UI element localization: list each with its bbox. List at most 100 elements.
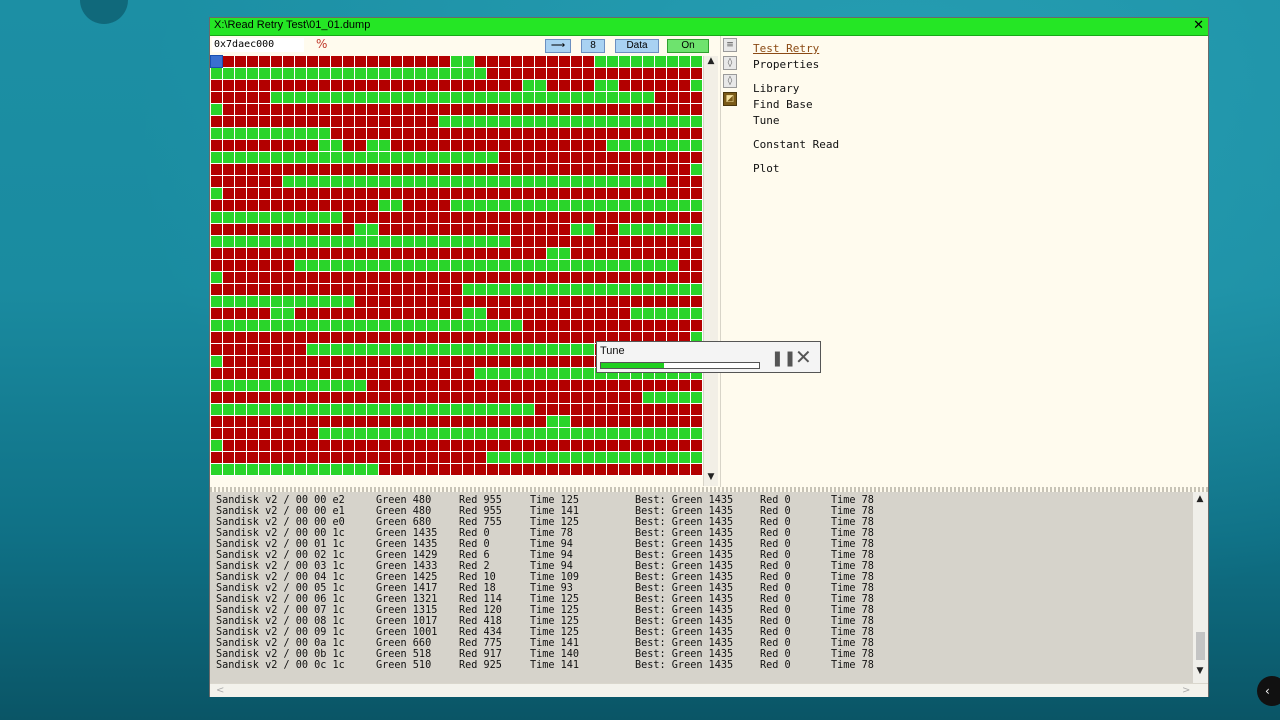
grid-cell[interactable] bbox=[511, 164, 522, 175]
grid-cell[interactable] bbox=[679, 392, 690, 403]
grid-cell[interactable] bbox=[679, 416, 690, 427]
grid-cell[interactable] bbox=[547, 212, 558, 223]
size-button[interactable]: 8 bbox=[581, 39, 605, 53]
grid-cell[interactable] bbox=[343, 152, 354, 163]
grid-cell[interactable] bbox=[295, 128, 306, 139]
grid-cell[interactable] bbox=[355, 356, 366, 367]
grid-cell[interactable] bbox=[211, 152, 222, 163]
grid-cell[interactable] bbox=[295, 452, 306, 463]
grid-cell[interactable] bbox=[583, 464, 594, 475]
grid-cell[interactable] bbox=[271, 80, 282, 91]
grid-cell[interactable] bbox=[223, 308, 234, 319]
grid-cell[interactable] bbox=[499, 392, 510, 403]
grid-cell[interactable] bbox=[271, 260, 282, 271]
grid-cell[interactable] bbox=[211, 236, 222, 247]
grid-cell[interactable] bbox=[559, 308, 570, 319]
grid-cell[interactable] bbox=[643, 176, 654, 187]
grid-cell[interactable] bbox=[691, 56, 702, 67]
grid-cell[interactable] bbox=[547, 392, 558, 403]
grid-cell[interactable] bbox=[391, 176, 402, 187]
grid-cell[interactable] bbox=[559, 80, 570, 91]
grid-cell[interactable] bbox=[403, 260, 414, 271]
grid-cell[interactable] bbox=[547, 152, 558, 163]
grid-cell[interactable] bbox=[211, 308, 222, 319]
grid-cell[interactable] bbox=[211, 296, 222, 307]
grid-cell[interactable] bbox=[415, 128, 426, 139]
grid-cell[interactable] bbox=[571, 80, 582, 91]
grid-cell[interactable] bbox=[655, 56, 666, 67]
grid-cell[interactable] bbox=[271, 224, 282, 235]
grid-cell[interactable] bbox=[247, 440, 258, 451]
grid-cell[interactable] bbox=[439, 128, 450, 139]
grid-cell[interactable] bbox=[283, 92, 294, 103]
grid-cell[interactable] bbox=[463, 200, 474, 211]
grid-cell[interactable] bbox=[223, 464, 234, 475]
grid-cell[interactable] bbox=[607, 260, 618, 271]
grid-cell[interactable] bbox=[223, 344, 234, 355]
address-field[interactable]: 0x7daec000 bbox=[212, 38, 304, 52]
grid-cell[interactable] bbox=[271, 368, 282, 379]
grid-cell[interactable] bbox=[343, 320, 354, 331]
grid-cell[interactable] bbox=[427, 392, 438, 403]
grid-cell[interactable] bbox=[295, 248, 306, 259]
grid-cell[interactable] bbox=[475, 248, 486, 259]
grid-cell[interactable] bbox=[271, 416, 282, 427]
grid-cell[interactable] bbox=[607, 452, 618, 463]
grid-cell[interactable] bbox=[595, 308, 606, 319]
grid-cell[interactable] bbox=[283, 356, 294, 367]
grid-cell[interactable] bbox=[319, 104, 330, 115]
list-icon[interactable]: ≡ bbox=[723, 38, 737, 52]
grid-cell[interactable] bbox=[571, 440, 582, 451]
grid-cell[interactable] bbox=[307, 68, 318, 79]
grid-cell[interactable] bbox=[535, 128, 546, 139]
grid-cell[interactable] bbox=[643, 308, 654, 319]
grid-cell[interactable] bbox=[631, 200, 642, 211]
grid-cell[interactable] bbox=[667, 428, 678, 439]
grid-cell[interactable] bbox=[427, 320, 438, 331]
grid-cell[interactable] bbox=[403, 380, 414, 391]
grid-cell[interactable] bbox=[271, 152, 282, 163]
grid-cell[interactable] bbox=[475, 104, 486, 115]
grid-cell[interactable] bbox=[343, 368, 354, 379]
grid-cell[interactable] bbox=[427, 440, 438, 451]
grid-cell[interactable] bbox=[271, 320, 282, 331]
grid-cell[interactable] bbox=[391, 92, 402, 103]
grid-cell[interactable] bbox=[307, 416, 318, 427]
grid-cell[interactable] bbox=[427, 224, 438, 235]
grid-cell[interactable] bbox=[559, 464, 570, 475]
grid-cell[interactable] bbox=[619, 440, 630, 451]
grid-cell[interactable] bbox=[307, 80, 318, 91]
grid-cell[interactable] bbox=[691, 128, 702, 139]
grid-cell[interactable] bbox=[343, 272, 354, 283]
grid-cell[interactable] bbox=[439, 368, 450, 379]
grid-cell[interactable] bbox=[427, 56, 438, 67]
grid-cell[interactable] bbox=[211, 332, 222, 343]
grid-cell[interactable] bbox=[667, 68, 678, 79]
grid-cell[interactable] bbox=[619, 428, 630, 439]
grid-cell[interactable] bbox=[427, 200, 438, 211]
grid-cell[interactable] bbox=[595, 236, 606, 247]
grid-cell[interactable] bbox=[499, 332, 510, 343]
grid-cell[interactable] bbox=[559, 236, 570, 247]
grid-cell[interactable] bbox=[523, 152, 534, 163]
grid-cell[interactable] bbox=[355, 428, 366, 439]
grid-cell[interactable] bbox=[319, 356, 330, 367]
grid-cell[interactable] bbox=[619, 392, 630, 403]
grid-cell[interactable] bbox=[247, 92, 258, 103]
grid-cell[interactable] bbox=[619, 224, 630, 235]
grid-cell[interactable] bbox=[331, 56, 342, 67]
grid-cell[interactable] bbox=[595, 188, 606, 199]
grid-cell[interactable] bbox=[211, 176, 222, 187]
grid-cell[interactable] bbox=[535, 284, 546, 295]
grid-cell[interactable] bbox=[331, 452, 342, 463]
grid-cell[interactable] bbox=[331, 128, 342, 139]
grid-cell[interactable] bbox=[451, 224, 462, 235]
grid-cell[interactable] bbox=[223, 128, 234, 139]
grid-cell[interactable] bbox=[427, 248, 438, 259]
grid-cell[interactable] bbox=[547, 320, 558, 331]
grid-cell[interactable] bbox=[607, 92, 618, 103]
grid-cell[interactable] bbox=[271, 128, 282, 139]
grid-cell[interactable] bbox=[595, 296, 606, 307]
grid-cell[interactable] bbox=[259, 284, 270, 295]
grid-cell[interactable] bbox=[403, 272, 414, 283]
